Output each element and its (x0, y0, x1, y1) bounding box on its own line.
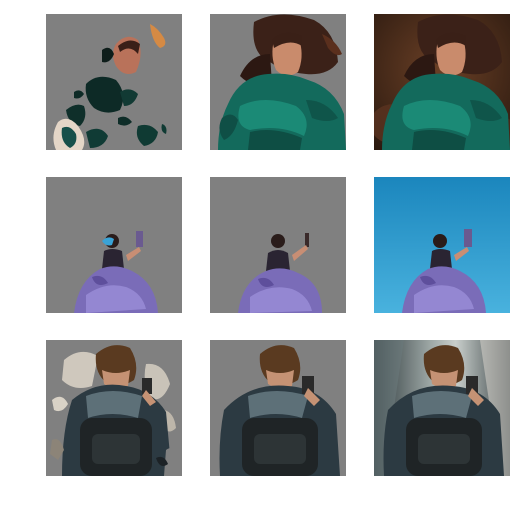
backpack-original-image (374, 340, 510, 476)
woman-original-image (374, 14, 510, 150)
backpack-subject-mask-image (210, 340, 346, 476)
woman-subject-mask-image (210, 14, 346, 150)
dress-partial-mask-image (46, 177, 182, 313)
dress-original-image (374, 177, 510, 313)
woman-partial-mask-image (46, 14, 182, 150)
backpack-partial-mask-image (46, 340, 182, 476)
dress-subject-mask-image (210, 177, 346, 313)
